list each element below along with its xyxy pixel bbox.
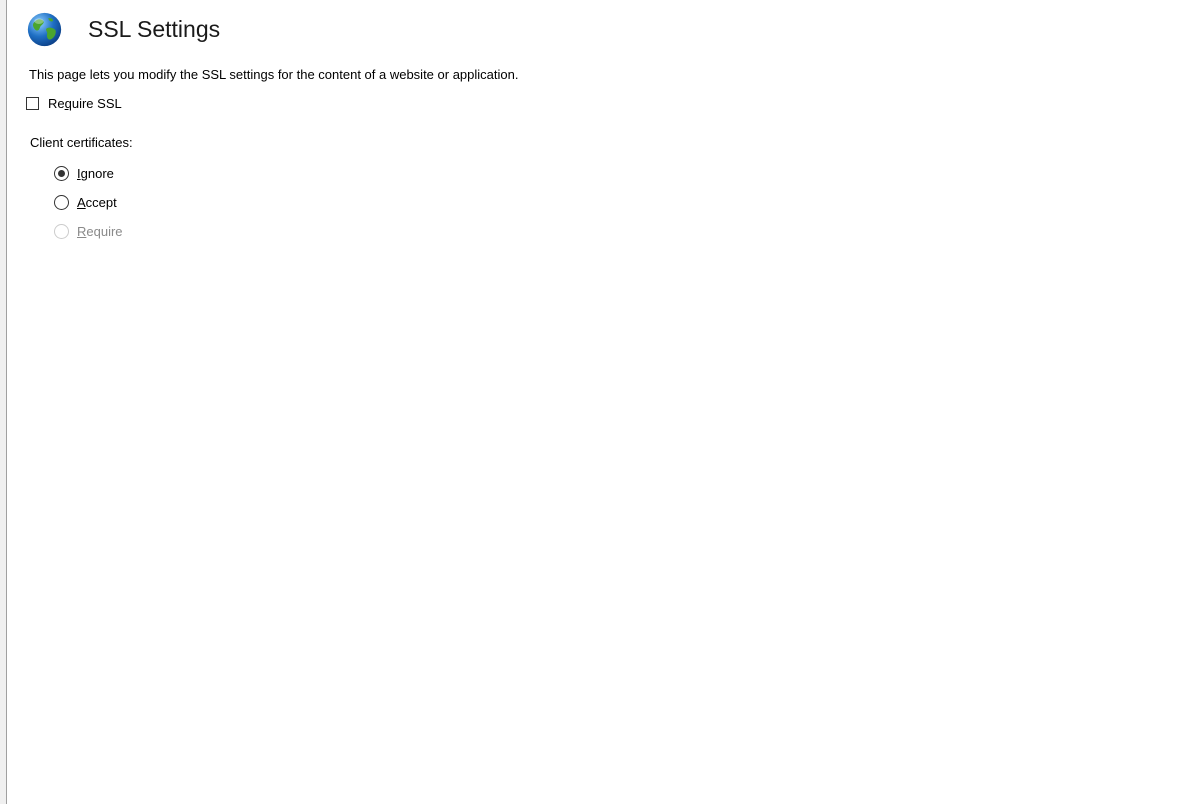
require-ssl-checkbox-box[interactable] [26,97,39,110]
page-title: SSL Settings [88,15,221,42]
require-radio-label: Require [77,224,123,239]
ignore-radio-button[interactable] [54,166,69,181]
require-ssl-label: Require SSL [48,96,122,111]
client-certificates-label: Client certificates: [30,135,133,150]
accept-radio-button[interactable] [54,195,69,210]
page-header: SSL Settings [26,9,220,49]
require-ssl-checkbox[interactable]: Require SSL [26,96,122,111]
page-description: This page lets you modify the SSL settin… [29,67,519,82]
window-left-border [0,0,7,804]
accept-radio[interactable]: Accept [54,195,117,210]
ignore-radio-label: Ignore [77,166,114,181]
ignore-radio[interactable]: Ignore [54,166,114,181]
accept-radio-label: Accept [77,195,117,210]
require-radio-button [54,224,69,239]
globe-icon [27,12,62,46]
require-radio: Require [54,224,123,239]
